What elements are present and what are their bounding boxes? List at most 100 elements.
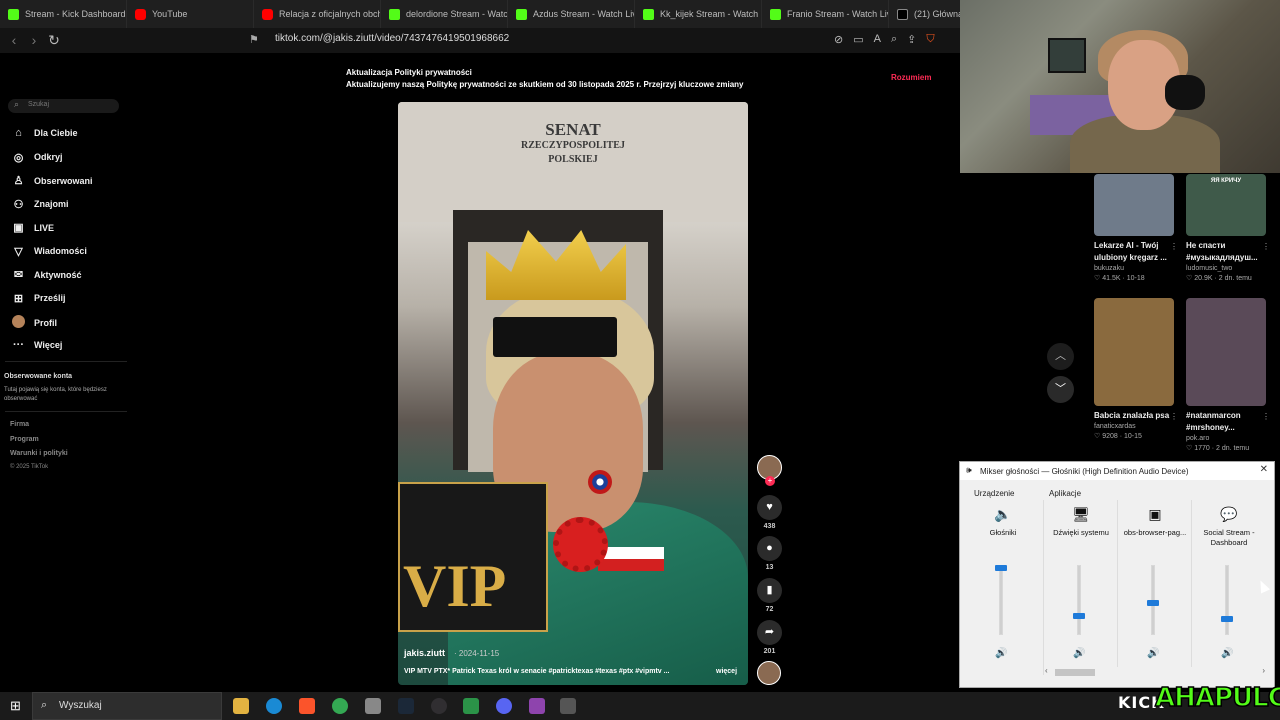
volume-slider-track[interactable] <box>999 565 1003 635</box>
forward-icon[interactable]: › <box>24 32 44 48</box>
scroll-left-icon[interactable]: ‹ <box>1045 666 1048 675</box>
volume-slider-thumb[interactable] <box>1073 613 1085 619</box>
windows-start-icon[interactable]: ⊞ <box>10 698 21 714</box>
sidebar-item-upload[interactable]: ⊞ Prześlij <box>12 292 66 305</box>
browser-tab[interactable]: Relacja z oficjalnych obchodów <box>254 0 381 28</box>
mixer-scrollbar[interactable]: ‹ › <box>1045 666 1265 677</box>
video-thumbnail[interactable] <box>1094 174 1174 236</box>
browser-tab[interactable]: Azdus Stream - Watch Live <box>508 0 635 28</box>
comment-icon[interactable]: ● <box>757 536 782 561</box>
back-icon[interactable]: ‹ <box>4 32 24 48</box>
browser-tab[interactable]: Franio Stream - Watch Live <box>762 0 889 28</box>
save-count: 72 <box>765 606 774 613</box>
edge-icon[interactable] <box>266 698 282 714</box>
translate-icon[interactable]: A <box>874 33 881 46</box>
more-options-icon[interactable]: ⋮ <box>1170 412 1178 421</box>
tiktok-sidebar: ⌕ Szukaj ⌂ Dla Ciebie ◎ Odkryj ♙ Obserwowani ⚇… <box>0 53 130 693</box>
footer-company-link[interactable]: Firma <box>10 421 29 428</box>
social-stream-icon[interactable]: 💬 <box>1218 504 1240 524</box>
footer-program-link[interactable]: Program <box>10 436 39 443</box>
search-placeholder: Szukaj <box>28 101 50 108</box>
mixer-titlebar: 🕪 Mikser głośności — Głośniki (High Defi… <box>960 462 1274 480</box>
recommended-video[interactable]: #natanmarcon #mrshoney... pok.aro ♡ 1770 ·… <box>1186 298 1270 452</box>
obs-icon[interactable] <box>431 698 447 714</box>
sidebar-item-friends[interactable]: ⚇ Znajomi <box>12 198 69 211</box>
speaker-device-icon[interactable]: 🔈 <box>992 504 1014 524</box>
save-icon[interactable]: ▮ <box>757 578 782 603</box>
more-options-icon[interactable]: ⋮ <box>1262 412 1270 421</box>
tab-label: Azdus Stream - Watch Live <box>533 9 635 19</box>
volume-mixer-taskbar-icon[interactable] <box>560 698 576 714</box>
search-input[interactable]: ⌕ Szukaj <box>8 99 119 113</box>
scroll-right-icon[interactable]: › <box>1262 666 1265 675</box>
sidebar-item-for-you[interactable]: ⌂ Dla Ciebie <box>12 127 77 139</box>
understand-button[interactable]: Rozumiem <box>891 73 931 82</box>
sidebar-item-following[interactable]: ♙ Obserwowani <box>12 174 93 187</box>
volume-slider-thumb[interactable] <box>1221 616 1233 623</box>
address-bar-tools: ⊘ ▭ A ⌕ ⇪ ⛉ <box>834 33 935 46</box>
more-options-icon[interactable]: ⋮ <box>1262 242 1270 251</box>
volume-slider-thumb[interactable] <box>995 565 1007 571</box>
video-author[interactable]: jakis.ziutt <box>404 648 445 658</box>
volume-slider-track[interactable] <box>1077 565 1081 635</box>
mute-toggle-icon[interactable]: 🔊 <box>1073 648 1085 659</box>
scroll-up-icon[interactable]: ︿ <box>1047 343 1074 370</box>
follow-plus-icon[interactable]: + <box>765 476 775 486</box>
close-icon[interactable]: ✕ <box>1260 464 1268 475</box>
video-player[interactable]: SENAT RZECZYPOSPOLITEJ POLSKIEJ VIP jaki… <box>398 102 748 685</box>
recommended-video[interactable]: ЯЯ КРИЧУ Не спасти #музыкадлядуш... ludomu… <box>1186 174 1270 282</box>
brave-shield-icon[interactable]: ⛉ <box>926 33 934 46</box>
like-count: 438 <box>763 523 776 530</box>
more-link[interactable]: więcej <box>716 668 737 675</box>
video-thumbnail[interactable] <box>1186 298 1266 406</box>
sidebar-item-messages[interactable]: ▽ Wiadomości <box>12 245 87 258</box>
brave-icon[interactable] <box>299 698 315 714</box>
share-icon[interactable]: ⇪ <box>907 33 916 46</box>
url-field[interactable]: tiktok.com/@jakis.ziutt/video/7437476419… <box>275 33 509 44</box>
sidebar-item-activity[interactable]: ✉ Aktywność <box>12 268 82 281</box>
mute-toggle-icon[interactable]: 🔊 <box>995 648 1007 659</box>
mute-toggle-icon[interactable]: 🔊 <box>1221 648 1233 659</box>
like-icon[interactable]: ♥ <box>757 495 782 520</box>
cast-icon[interactable]: ▭ <box>853 33 863 46</box>
footer-terms-link[interactable]: Warunki i polityki <box>10 450 68 457</box>
file-explorer-icon[interactable] <box>233 698 249 714</box>
share-icon[interactable]: ➦ <box>757 620 782 645</box>
scrollbar-thumb[interactable] <box>1055 669 1095 676</box>
recommended-video[interactable]: Lekarze AI - Twój ulubiony kręgarz ... bu… <box>1094 174 1178 282</box>
mute-toggle-icon[interactable]: 🔊 <box>1147 648 1159 659</box>
video-thumbnail[interactable]: ЯЯ КРИЧУ <box>1186 174 1266 236</box>
zoom-icon[interactable]: ⌕ <box>891 33 897 46</box>
bookmark-icon[interactable]: ⚑ <box>249 33 259 46</box>
system-sounds-icon[interactable]: 🖥 <box>1070 504 1092 524</box>
browser-tab[interactable]: delordione Stream - Watch <box>381 0 508 28</box>
app-icon[interactable] <box>365 698 381 714</box>
reader-icon[interactable]: ⊘ <box>834 33 843 46</box>
volume-slider-thumb[interactable] <box>1147 600 1159 607</box>
scroll-down-icon[interactable]: ﹀ <box>1047 376 1074 403</box>
sidebar-item-profile[interactable]: Profil <box>12 315 57 331</box>
discord-icon[interactable] <box>496 698 512 714</box>
sound-avatar[interactable] <box>757 661 781 685</box>
for-you-icon: ⌂ <box>15 127 22 139</box>
sidebar-item-explore[interactable]: ◎ Odkryj <box>12 151 63 164</box>
reload-icon[interactable]: ↻ <box>44 32 64 49</box>
sidebar-item-live[interactable]: ▣ LIVE <box>12 221 54 234</box>
browser-tab[interactable]: Stream - Kick Dashboard <box>0 0 127 28</box>
taskbar-search[interactable]: ⌕ Wyszukaj <box>32 692 222 720</box>
more-options-icon[interactable]: ⋮ <box>1170 242 1178 251</box>
recommended-video[interactable]: Babcia znalazła psa fanaticxardas ♡ 9208 ·… <box>1094 298 1178 440</box>
browser-tab[interactable]: Kk_kijek Stream - Watch <box>635 0 762 28</box>
friends-icon: ⚇ <box>13 198 24 211</box>
browser-tab[interactable]: YouTube <box>127 0 254 28</box>
play-icon[interactable] <box>463 698 479 714</box>
sidebar-item-more[interactable]: ··· Więcej <box>12 339 62 351</box>
video-thumbnail[interactable] <box>1094 298 1174 406</box>
x-favicon-icon <box>897 8 908 20</box>
volume-slider-track[interactable] <box>1225 565 1229 635</box>
chrome-icon[interactable] <box>332 698 348 714</box>
social-stream-icon[interactable] <box>529 698 545 714</box>
steam-icon[interactable] <box>398 698 414 714</box>
followed-accounts-title: Obserwowane konta <box>4 373 73 380</box>
browser-source-icon[interactable]: ▣ <box>1144 504 1166 524</box>
